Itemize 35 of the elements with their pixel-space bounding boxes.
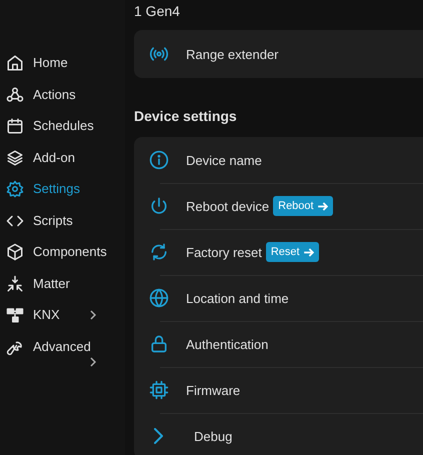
chevron-right-icon [154, 428, 163, 444]
setting-label[interactable]: Range extender [186, 46, 279, 62]
settings-icon [6, 180, 24, 198]
arrows-in-icon [6, 274, 24, 292]
arrow-right-icon [302, 246, 314, 258]
setting-label[interactable]: Firmware [186, 382, 240, 398]
action-button[interactable]: Reset [266, 242, 319, 262]
setting-label[interactable]: Debug [194, 428, 232, 444]
chevron-right-icon[interactable] [88, 309, 98, 321]
setting-label[interactable]: Factory reset [186, 244, 262, 260]
section-title: Device settings [134, 108, 238, 124]
sidebar-item[interactable]: Advanced [0, 336, 125, 367]
sidebar-item[interactable]: Add-on [0, 146, 125, 178]
sidebar-item[interactable]: Actions [0, 84, 125, 115]
sidebar-item[interactable]: Schedules [0, 115, 125, 146]
sidebar-item[interactable]: Home [0, 52, 125, 84]
device-title: 1 Gen4 [134, 2, 181, 21]
sidebar-item[interactable]: Settings [0, 178, 125, 210]
home-icon [6, 54, 24, 72]
setting-label[interactable]: Device name [186, 152, 262, 168]
cube-icon [6, 243, 24, 261]
network-icon [6, 306, 24, 324]
calendar-icon [6, 117, 24, 135]
sidebar-item[interactable]: Scripts [0, 210, 125, 241]
arrow-right-icon [316, 200, 328, 212]
action-button[interactable]: Reboot [273, 196, 333, 216]
chevron-right-icon[interactable] [88, 356, 98, 368]
nodes-icon [6, 86, 24, 104]
sidebar-item[interactable]: KNX [0, 304, 125, 336]
setting-label[interactable]: Authentication [186, 336, 268, 352]
layers-icon [6, 148, 24, 166]
sidebar-item[interactable]: Components [0, 241, 125, 272]
setting-label[interactable]: Location and time [186, 290, 289, 306]
sidebar-item[interactable]: Matter [0, 272, 125, 304]
setting-label[interactable]: Reboot device [186, 198, 270, 214]
